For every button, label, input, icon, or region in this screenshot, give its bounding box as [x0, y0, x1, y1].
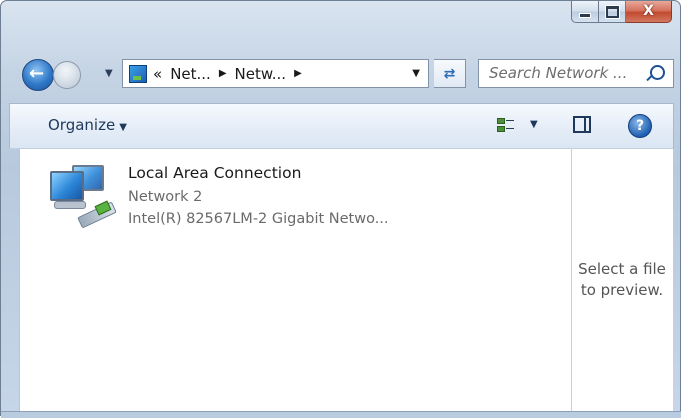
- minimize-button[interactable]: [571, 1, 599, 23]
- help-icon[interactable]: ?: [628, 114, 652, 138]
- breadcrumb-network-sharing[interactable]: Net...: [170, 65, 211, 83]
- list-item[interactable]: Local Area Connection Network 2 Intel(R)…: [48, 161, 468, 241]
- window-bottom-frame: [1, 411, 681, 418]
- preview-pane: Select a file to preview.: [571, 149, 672, 411]
- connection-network: Network 2: [128, 189, 203, 205]
- view-options-dropdown[interactable]: ▼: [530, 119, 538, 130]
- maximize-button[interactable]: [599, 1, 626, 23]
- forward-button[interactable]: →: [53, 61, 81, 89]
- network-folder-icon: [129, 64, 147, 83]
- explorer-window: X ← → ▼ « Net... ▶ Netw... ▶ ▼ ⇄ Search …: [0, 0, 681, 418]
- preview-line-2: to preview.: [580, 281, 664, 299]
- view-icon: [497, 118, 505, 124]
- back-button[interactable]: ←: [22, 59, 54, 91]
- refresh-icon: ⇄: [443, 65, 456, 82]
- preview-pane-button[interactable]: [573, 116, 591, 133]
- organize-button[interactable]: Organize ▼: [48, 116, 127, 134]
- close-button[interactable]: X: [626, 1, 672, 23]
- organize-label: Organize: [48, 116, 116, 134]
- breadcrumb-network-connections[interactable]: Netw...: [235, 65, 287, 83]
- caption-buttons: X: [571, 1, 672, 31]
- connection-name: Local Area Connection: [128, 164, 302, 182]
- maximize-icon: [605, 5, 619, 18]
- forward-arrow-icon: →: [60, 65, 72, 81]
- change-view-button[interactable]: [497, 117, 514, 134]
- recent-pages-dropdown[interactable]: ▼: [105, 68, 113, 79]
- back-arrow-icon: ←: [29, 63, 45, 84]
- view-icon: [497, 126, 505, 132]
- network-adapter-icon: [48, 165, 118, 239]
- breadcrumb-arrow-icon[interactable]: ▶: [219, 68, 227, 79]
- connection-device: Intel(R) 82567LM-2 Gigabit Netwo...: [128, 211, 389, 227]
- breadcrumb-arrow-icon[interactable]: ▶: [294, 68, 302, 79]
- breadcrumb-overflow[interactable]: «: [153, 65, 162, 83]
- close-icon: X: [643, 3, 654, 19]
- refresh-button[interactable]: ⇄: [434, 59, 466, 88]
- search-icon[interactable]: [650, 65, 665, 80]
- navigation-bar: ← → ▼ « Net... ▶ Netw... ▶ ▼ ⇄ Search Ne…: [1, 55, 681, 95]
- chevron-down-icon: ▼: [119, 122, 127, 133]
- preview-line-1: Select a file: [578, 260, 666, 278]
- command-bar: Organize ▼ ▼ ?: [9, 103, 674, 149]
- address-dropdown-icon[interactable]: ▼: [412, 68, 420, 79]
- preview-message: Select a file to preview.: [572, 259, 672, 301]
- minimize-icon: [579, 13, 591, 18]
- address-bar[interactable]: « Net... ▶ Netw... ▶ ▼: [122, 59, 429, 88]
- search-input[interactable]: Search Network ...: [478, 59, 674, 88]
- search-placeholder: Search Network ...: [489, 64, 628, 82]
